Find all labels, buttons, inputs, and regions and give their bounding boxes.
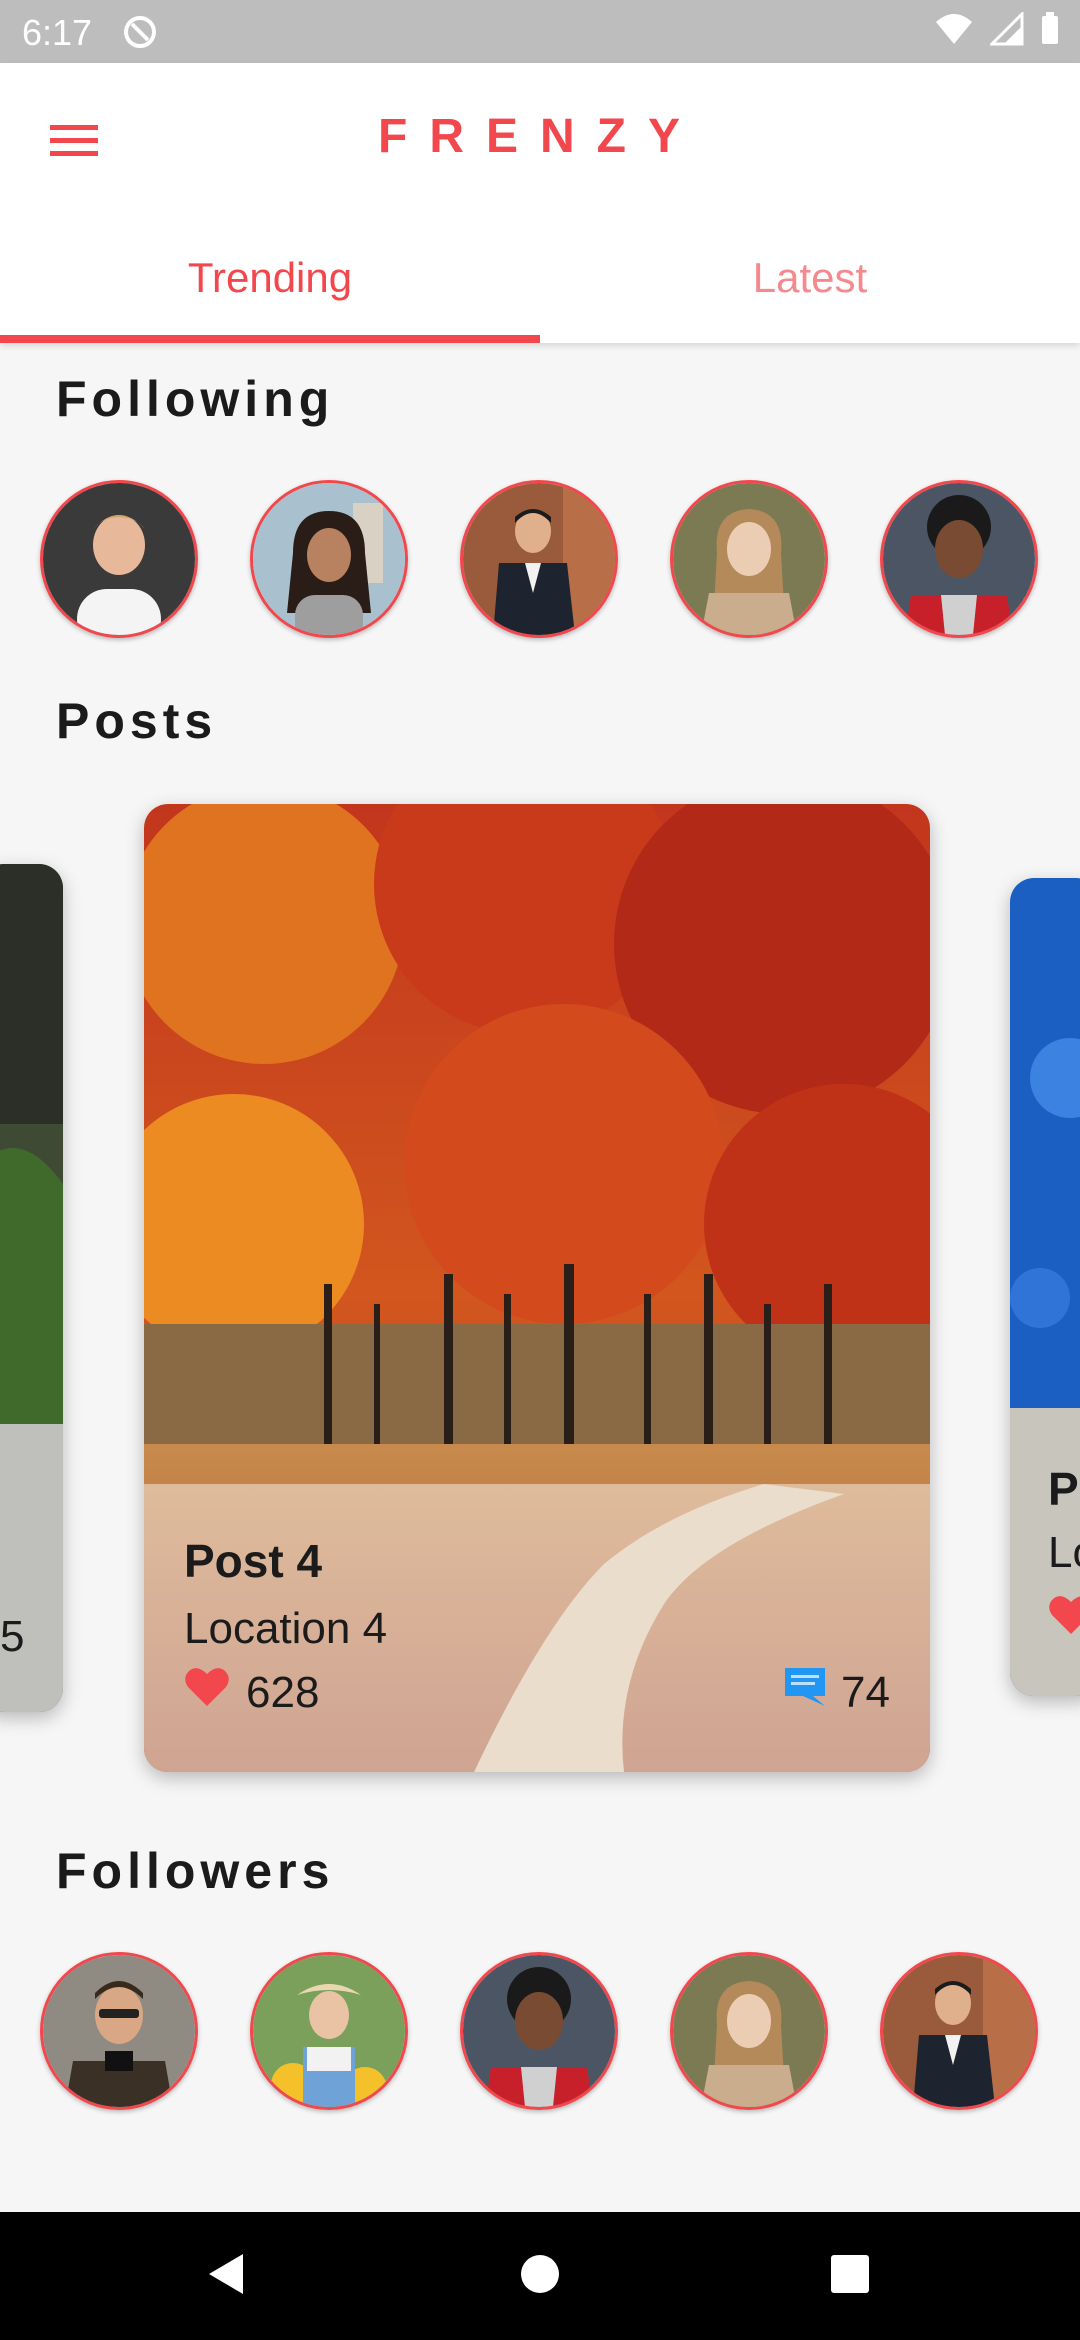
follower-avatar[interactable] — [460, 1952, 618, 2110]
posts-heading: Posts — [56, 693, 218, 749]
tab-label: Trending — [187, 254, 353, 301]
follower-avatar[interactable] — [250, 1952, 408, 2110]
post-title: Post 4 — [184, 1535, 323, 1587]
following-list — [40, 480, 1080, 640]
post-likes-fragment: 5 — [0, 1612, 25, 1661]
recents-button[interactable] — [820, 2246, 880, 2306]
tab-indicator — [0, 335, 540, 343]
post-title-fragment: P — [1048, 1463, 1079, 1515]
do-not-disturb-icon — [122, 14, 158, 50]
tab-label: Latest — [752, 254, 868, 301]
home-circle-icon — [520, 2254, 560, 2299]
post-card[interactable]: Post 4 Location 4 628 74 — [144, 804, 930, 1772]
post-comments[interactable]: 74 — [783, 1666, 890, 1719]
follower-avatar[interactable] — [40, 1952, 198, 2110]
following-avatar[interactable] — [880, 480, 1038, 638]
post-card-peek-right[interactable]: P Lo — [1010, 878, 1080, 1696]
post-card-peek-left[interactable]: 5 — [0, 864, 63, 1712]
post-overlay — [0, 1424, 63, 1712]
follower-avatar[interactable] — [880, 1952, 1038, 2110]
status-icons — [934, 10, 1060, 51]
followers-list — [40, 1952, 1080, 2112]
post-location-fragment: Lo — [1048, 1528, 1080, 1577]
app-title: FRENZY — [378, 110, 702, 163]
follower-avatar[interactable] — [670, 1952, 828, 2110]
comment-icon — [783, 1666, 827, 1719]
heart-icon — [1048, 1594, 1080, 1641]
back-triangle-icon — [205, 2252, 247, 2301]
following-heading: Following — [56, 371, 335, 427]
tab-latest[interactable]: Latest — [540, 213, 1080, 343]
back-button[interactable] — [196, 2246, 256, 2306]
signal-icon — [988, 10, 1024, 51]
status-bar: 6:17 — [0, 0, 1080, 63]
likes-count: 628 — [246, 1667, 320, 1717]
followers-heading: Followers — [56, 1843, 335, 1899]
following-avatar[interactable] — [460, 480, 618, 638]
tab-trending[interactable]: Trending — [0, 213, 540, 343]
app-bar: FRENZY Trending Latest — [0, 63, 1080, 343]
wifi-icon — [934, 12, 974, 51]
following-avatar[interactable] — [40, 480, 198, 638]
following-avatar[interactable] — [250, 480, 408, 638]
home-button[interactable] — [510, 2246, 570, 2306]
post-likes[interactable]: 628 — [184, 1666, 319, 1719]
post-location: Location 4 — [184, 1604, 388, 1653]
tab-bar: Trending Latest — [0, 213, 1080, 343]
comments-count: 74 — [841, 1667, 890, 1717]
status-time: 6:17 — [22, 12, 93, 53]
recents-square-icon — [830, 2254, 870, 2299]
battery-icon — [1040, 12, 1060, 51]
heart-icon — [184, 1666, 230, 1719]
system-navigation-bar — [0, 2212, 1080, 2340]
following-avatar[interactable] — [670, 480, 828, 638]
